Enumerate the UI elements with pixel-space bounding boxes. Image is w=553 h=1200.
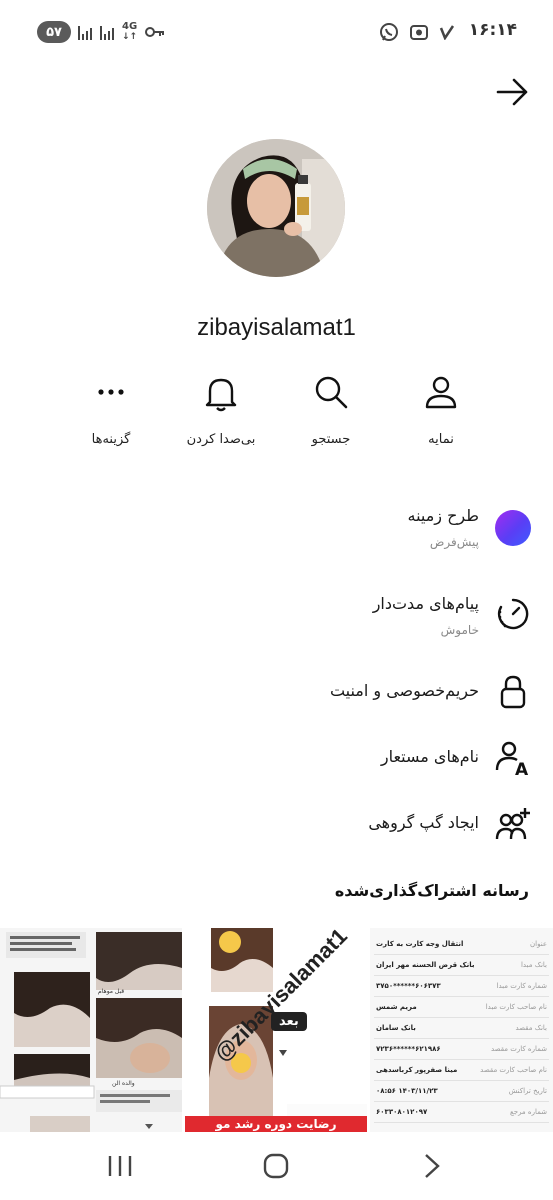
system-nav-bar bbox=[0, 1132, 553, 1200]
clock: ۱۶:۱۴ bbox=[468, 20, 517, 40]
notification-icons bbox=[379, 22, 455, 42]
recent-apps-icon[interactable] bbox=[100, 1150, 140, 1182]
shared-media-strip: قبل موهام والده الن @zibayisalamat1 بعد … bbox=[0, 928, 553, 1132]
after-caption: والده الن bbox=[112, 1080, 135, 1087]
receipt-row: شماره کارت مقصد ۶۲۱۹۸۶******۷۲۳۶ bbox=[374, 1039, 549, 1060]
receipt-row: بانک مبدا بانک قرض الحسنه مهر ایران bbox=[374, 955, 549, 976]
disappearing-title: پیام‌های مدت‌دار bbox=[372, 594, 479, 613]
more-dots-icon bbox=[98, 389, 124, 395]
options-action[interactable]: گزینه‌ها bbox=[56, 368, 166, 447]
receipt-value: مریم شمس bbox=[376, 1003, 417, 1011]
receipt-label: بانک مقصد bbox=[515, 1024, 547, 1032]
before-caption: قبل موهام bbox=[98, 988, 125, 995]
nickname-icon: A bbox=[495, 741, 529, 776]
receipt-value: ۶۲۱۹۸۶******۷۲۳۶ bbox=[376, 1045, 441, 1053]
after-badge: بعد bbox=[271, 1012, 307, 1031]
lock-icon bbox=[500, 675, 526, 709]
person-icon bbox=[425, 376, 457, 409]
receipt-label: تاریخ تراکنش bbox=[508, 1087, 547, 1095]
battery-indicator: ۵۷ bbox=[37, 21, 71, 43]
profile-username: zibayisalamat1 bbox=[197, 314, 356, 341]
back-arrow-icon[interactable] bbox=[494, 76, 530, 108]
theme-title: طرح زمینه bbox=[407, 506, 479, 525]
disappearing-messages-row[interactable]: پیام‌های مدت‌دار خاموش bbox=[11, 590, 531, 646]
vpn-key-icon bbox=[145, 27, 165, 37]
signal-strength-icon bbox=[78, 24, 92, 40]
network-type-icon: 4G ↓↑ bbox=[122, 21, 138, 43]
privacy-title: حریم‌خصوصی و امنیت bbox=[329, 681, 479, 700]
mute-action[interactable]: بی‌صدا کردن bbox=[166, 368, 276, 447]
signal-strength-icon-2 bbox=[100, 24, 114, 40]
receipt-label: شماره کارت مبدا bbox=[496, 982, 547, 990]
media-tile-2[interactable]: @zibayisalamat1 بعد رضایت دوره رشد مو bbox=[185, 928, 367, 1132]
timer-icon bbox=[497, 598, 529, 630]
create-group-title: ایجاد گپ گروهی bbox=[368, 813, 479, 832]
receipt-row: عنوان انتقال وجه کارت به کارت bbox=[374, 934, 549, 955]
profile-action[interactable]: نمایه bbox=[386, 368, 496, 447]
check-mark-icon bbox=[439, 25, 455, 40]
receipt-label: نام صاحب کارت مقصد bbox=[480, 1066, 547, 1074]
profile-avatar[interactable] bbox=[207, 139, 345, 277]
chat-screenshot-thumb bbox=[0, 928, 182, 1132]
receipt-label: شماره مرجع bbox=[510, 1108, 547, 1116]
receipt-value: ۶۰۶۳۷۳******۳۷۵۰ bbox=[376, 982, 441, 990]
status-bar: ۵۷ 4G ↓↑ ۱۶:۱۴ bbox=[0, 0, 553, 64]
theme-subtitle: پیش‌فرض bbox=[429, 535, 479, 549]
back-nav-icon[interactable] bbox=[412, 1150, 452, 1182]
theme-color-icon bbox=[495, 510, 531, 546]
receipt-row: تاریخ تراکنش ۱۴۰۳/۱۱/۲۳ ۰۸:۵۶ bbox=[374, 1081, 549, 1102]
disappearing-subtitle: خاموش bbox=[440, 623, 479, 637]
receipt-row: نام صاحب کارت مبدا مریم شمس bbox=[374, 997, 549, 1018]
receipt-row: نام صاحب کارت مقصد مینا صفرپور کرباسدهی bbox=[374, 1060, 549, 1081]
media-tile-3[interactable]: عنوان انتقال وجه کارت به کارت بانک مبدا بان… bbox=[370, 928, 553, 1132]
whatsapp-icon bbox=[380, 23, 398, 41]
avatar-photo bbox=[207, 139, 345, 277]
privacy-row[interactable]: حریم‌خصوصی و امنیت bbox=[11, 674, 531, 714]
options-action-label: گزینه‌ها bbox=[91, 432, 131, 447]
mute-action-label: بی‌صدا کردن bbox=[186, 432, 256, 447]
receipt-label: بانک مبدا bbox=[520, 961, 547, 969]
receipt-label: عنوان bbox=[530, 940, 547, 948]
media-tile-1[interactable]: قبل موهام والده الن bbox=[0, 928, 182, 1132]
result-banner: رضایت دوره رشد مو bbox=[185, 1116, 367, 1132]
bell-icon bbox=[205, 378, 237, 412]
nicknames-title: نام‌های مستعار bbox=[380, 747, 479, 766]
shared-media-title: رسانه اشتراک‌گذاری‌شده bbox=[334, 881, 529, 900]
create-group-row[interactable]: ایجاد گپ گروهی bbox=[11, 806, 531, 846]
search-action[interactable]: جستجو bbox=[276, 368, 386, 447]
receipt-label: نام صاحب کارت مبدا bbox=[485, 1003, 547, 1011]
receipt-row: شماره کارت مبدا ۶۰۶۳۷۳******۳۷۵۰ bbox=[374, 976, 549, 997]
profile-action-label: نمایه bbox=[428, 432, 454, 447]
search-icon bbox=[315, 376, 348, 409]
receipt-value: انتقال وجه کارت به کارت bbox=[376, 940, 464, 948]
receipt-row: شماره مرجع ۶۰۳۳۰۸۰۱۲۰۹۷ bbox=[374, 1102, 549, 1123]
svg-text:A: A bbox=[515, 760, 529, 776]
signal-group: 4G ↓↑ bbox=[78, 22, 165, 42]
theme-row[interactable]: طرح زمینه پیش‌فرض bbox=[11, 502, 531, 558]
receipt-value: مینا صفرپور کرباسدهی bbox=[376, 1066, 458, 1074]
receipt-row: بانک مقصد بانک سامان bbox=[374, 1018, 549, 1039]
receipt-value: بانک سامان bbox=[376, 1024, 416, 1032]
receipt-value: ۱۴۰۳/۱۱/۲۳ ۰۸:۵۶ bbox=[376, 1087, 438, 1095]
nicknames-row[interactable]: A نام‌های مستعار bbox=[11, 740, 531, 780]
screenshot-icon bbox=[410, 25, 428, 40]
add-group-icon bbox=[495, 808, 530, 840]
receipt-table: عنوان انتقال وجه کارت به کارت بانک مبدا بان… bbox=[370, 928, 553, 1132]
receipt-label: شماره کارت مقصد bbox=[490, 1045, 547, 1053]
search-action-label: جستجو bbox=[311, 432, 351, 447]
home-icon[interactable] bbox=[256, 1150, 296, 1182]
receipt-value: ۶۰۳۳۰۸۰۱۲۰۹۷ bbox=[376, 1108, 428, 1116]
receipt-value: بانک قرض الحسنه مهر ایران bbox=[376, 961, 475, 969]
